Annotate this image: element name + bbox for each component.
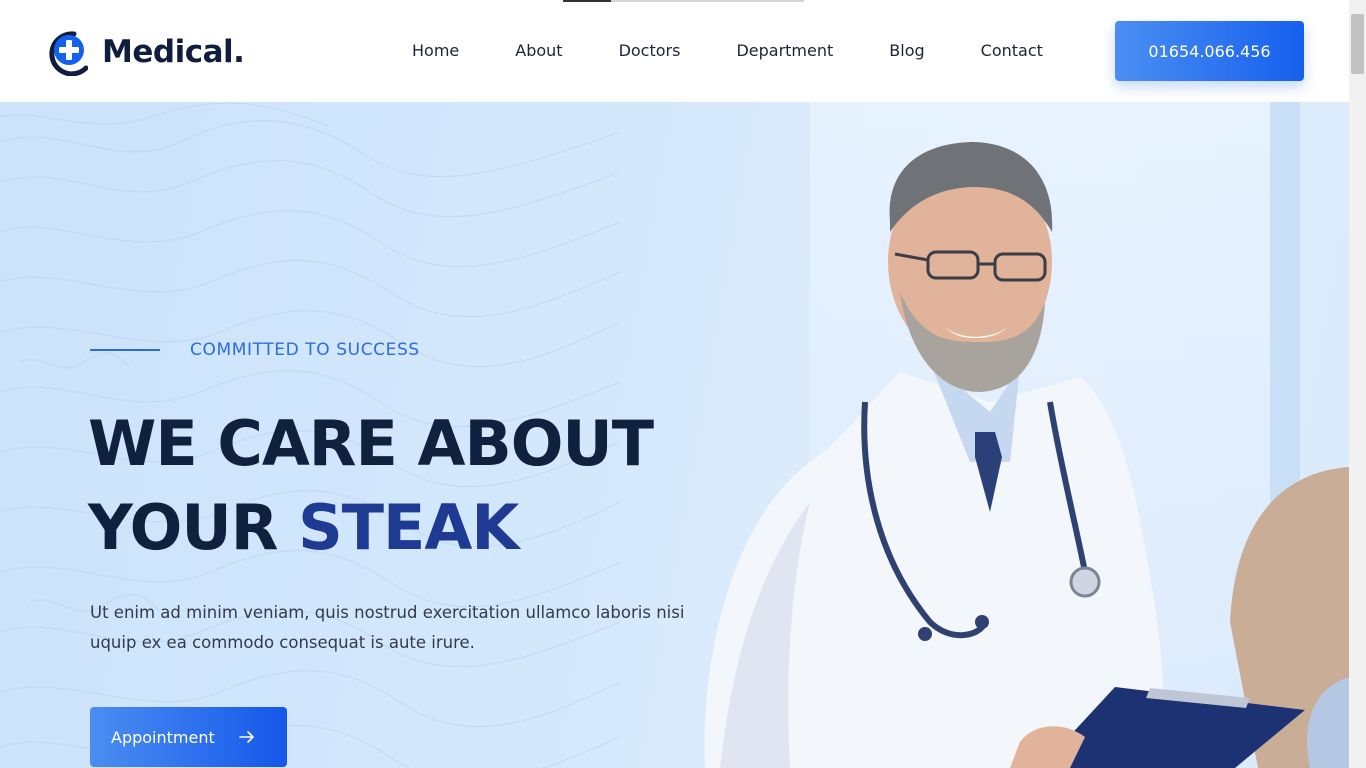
page-scrollbar[interactable] [1349, 0, 1366, 768]
medical-cross-icon [49, 31, 88, 76]
headline-line-2-prefix: YOUR [88, 491, 278, 564]
nav-item-doctors[interactable]: Doctors [619, 38, 681, 64]
headline-accent-word: STEAK [298, 491, 519, 564]
hero-kicker: COMMITTED TO SUCCESS [90, 340, 420, 360]
nav-item-home[interactable]: Home [412, 38, 459, 64]
doctor-image [704, 142, 1349, 768]
appointment-button[interactable]: Appointment [90, 707, 287, 767]
scrollbar-thumb[interactable] [1351, 14, 1364, 74]
headline-line-1: WE CARE ABOUT [88, 407, 654, 480]
logo[interactable]: Medical. [44, 28, 245, 76]
logo-text: Medical. [102, 34, 245, 70]
phone-button[interactable]: 01654.066.456 [1115, 21, 1304, 81]
top-progress-bar [563, 0, 804, 2]
nav-item-department[interactable]: Department [736, 38, 833, 64]
kicker-text: COMMITTED TO SUCCESS [190, 340, 420, 360]
nav-item-about[interactable]: About [515, 38, 562, 64]
top-progress-fill [563, 0, 612, 2]
arrow-right-icon [238, 730, 255, 744]
nav-item-contact[interactable]: Contact [981, 38, 1043, 64]
kicker-line [90, 349, 160, 351]
hero-description: Ut enim ad minim veniam, quis nostrud ex… [90, 603, 685, 652]
hero-headline: WE CARE ABOUT YOUR STEAK [88, 402, 654, 570]
main-nav: Home About Doctors Department Blog Conta… [412, 38, 1043, 64]
site-header: Medical. Home About Doctors Department B… [0, 0, 1349, 102]
nav-item-blog[interactable]: Blog [889, 38, 924, 64]
appointment-button-label: Appointment [111, 727, 215, 747]
hero-section: COMMITTED TO SUCCESS WE CARE ABOUT YOUR … [0, 102, 1349, 768]
